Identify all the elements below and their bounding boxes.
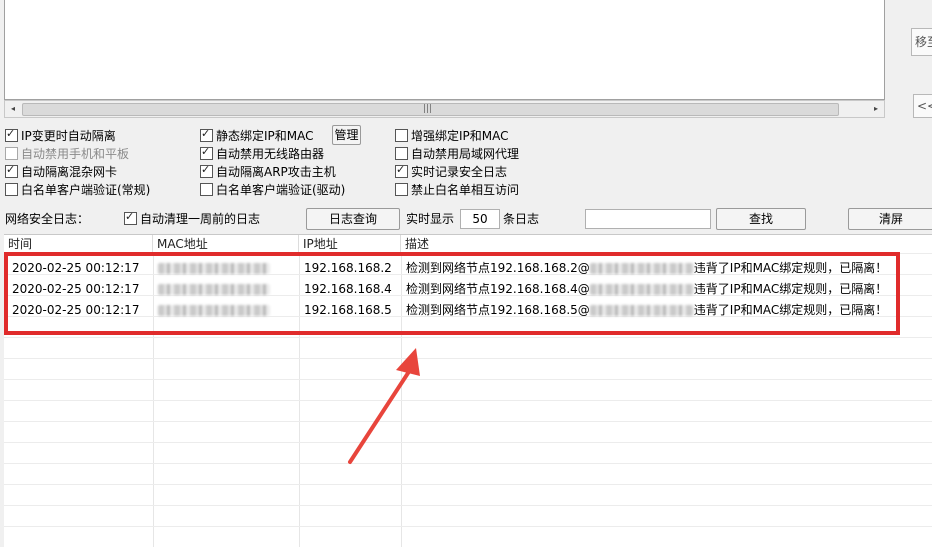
row-divider: [4, 442, 932, 443]
log-label: 网络安全日志：: [5, 212, 90, 226]
option-label: IP变更时自动隔离: [21, 128, 116, 143]
scroll-left-icon[interactable]: ◂: [5, 101, 21, 117]
realtime-count-input[interactable]: 50: [460, 209, 500, 229]
highlight-box: [4, 252, 900, 335]
option-label: 增强绑定IP和MAC: [411, 128, 509, 143]
option-checkbox[interactable]: 白名单客户端验证(驱动): [200, 181, 345, 197]
option-label: 自动隔离混杂网卡: [21, 164, 118, 179]
row-divider: [4, 337, 932, 338]
row-divider: [4, 400, 932, 401]
option-label: 自动隔离ARP攻击主机: [216, 164, 336, 179]
checkbox-icon: [124, 210, 137, 225]
move-button[interactable]: 移至: [911, 28, 932, 56]
auto-clean-checkbox[interactable]: 自动清理一周前的日志: [124, 210, 260, 226]
option-checkbox[interactable]: 自动禁用局域网代理: [395, 145, 519, 161]
clear-button[interactable]: 清屏: [848, 208, 932, 230]
count-suffix-label: 条日志: [503, 212, 540, 226]
prev-button[interactable]: <<: [913, 94, 932, 118]
checkbox-icon: [395, 146, 408, 160]
option-label: 静态绑定IP和MAC: [216, 128, 314, 143]
option-label: 自动禁用无线路由器: [216, 146, 325, 161]
column-header-mac[interactable]: MAC地址: [153, 235, 299, 253]
checkbox-icon: [5, 182, 18, 196]
option-checkbox[interactable]: 自动隔离混杂网卡: [5, 163, 117, 179]
checkbox-icon: [5, 146, 18, 160]
realtime-label: 实时显示: [406, 212, 455, 226]
row-divider: [4, 358, 932, 359]
scroll-right-icon[interactable]: ▸: [868, 101, 884, 117]
checkbox-icon: [395, 182, 408, 196]
checkbox-icon: [200, 145, 213, 160]
option-checkbox[interactable]: 白名单客户端验证(常规): [5, 181, 150, 197]
option-label: 自动禁用局域网代理: [411, 146, 520, 161]
option-label: 实时记录安全日志: [411, 164, 508, 179]
row-divider: [4, 484, 932, 485]
option-checkbox[interactable]: 静态绑定IP和MAC: [200, 127, 314, 143]
option-checkbox[interactable]: 禁止白名单相互访问: [395, 181, 519, 197]
manage-button[interactable]: 管理: [332, 125, 361, 145]
checkbox-icon: [5, 163, 18, 178]
red-arrow-icon: [348, 348, 420, 464]
option-label: 白名单客户端验证(常规): [21, 182, 151, 197]
column-header-ip[interactable]: IP地址: [299, 235, 401, 253]
row-divider: [4, 379, 932, 380]
option-label: 白名单客户端验证(驱动): [216, 182, 346, 197]
option-label: 自动禁用手机和平板: [21, 146, 130, 161]
checkbox-icon: [395, 128, 408, 142]
checkbox-icon: [395, 163, 408, 178]
option-checkbox[interactable]: 实时记录安全日志: [395, 163, 507, 179]
scrollbar-thumb[interactable]: |||: [22, 103, 839, 116]
row-divider: [4, 421, 932, 422]
find-button[interactable]: 查找: [716, 208, 806, 230]
checkbox-icon: [200, 182, 213, 196]
column-header-time[interactable]: 时间: [4, 235, 153, 253]
top-list-panel[interactable]: [4, 0, 885, 100]
option-label: 禁止白名单相互访问: [411, 182, 520, 197]
option-checkbox[interactable]: 增强绑定IP和MAC: [395, 127, 509, 143]
row-divider: [4, 526, 932, 527]
horizontal-scrollbar[interactable]: ◂ ||| ▸: [4, 100, 885, 118]
search-input[interactable]: [585, 209, 711, 229]
option-checkbox[interactable]: IP变更时自动隔离: [5, 127, 116, 143]
option-checkbox: 自动禁用手机和平板: [5, 145, 129, 161]
row-divider: [4, 505, 932, 506]
option-checkbox[interactable]: 自动隔离ARP攻击主机: [200, 163, 336, 179]
checkbox-icon: [200, 127, 213, 142]
checkbox-icon: [5, 127, 18, 142]
option-checkbox[interactable]: 自动禁用无线路由器: [200, 145, 324, 161]
log-query-button[interactable]: 日志查询: [306, 208, 400, 230]
checkbox-icon: [200, 163, 213, 178]
column-header-desc[interactable]: 描述: [401, 235, 932, 253]
auto-clean-label: 自动清理一周前的日志: [140, 211, 261, 226]
table-header: 时间 MAC地址 IP地址 描述: [4, 235, 932, 253]
scrollbar-grip-icon: |||: [423, 104, 433, 114]
row-divider: [4, 463, 932, 464]
